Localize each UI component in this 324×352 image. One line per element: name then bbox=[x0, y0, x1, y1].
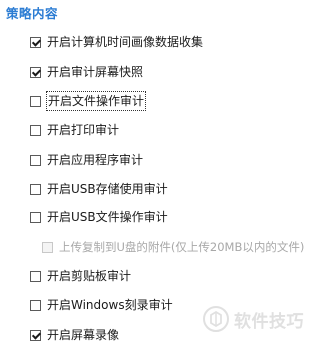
option-time-profile-collection[interactable]: 开启计算机时间画像数据收集 bbox=[30, 33, 203, 51]
option-file-operation-audit[interactable]: 开启文件操作审计 bbox=[30, 91, 147, 111]
watermark-logo-icon bbox=[203, 306, 229, 332]
option-screen-snapshot-audit[interactable]: 开启审计屏幕快照 bbox=[30, 63, 143, 81]
option-usb-file-operation-audit[interactable]: 开启USB文件操作审计 bbox=[30, 208, 168, 226]
section-title: 策略内容 bbox=[6, 6, 59, 21]
watermark-text: 软件技巧 bbox=[234, 311, 304, 332]
option-label: 开启Windows刻录审计 bbox=[47, 298, 173, 312]
checkbox[interactable] bbox=[30, 95, 41, 107]
option-label: 开启屏幕录像 bbox=[47, 328, 120, 342]
option-usb-storage-audit[interactable]: 开启USB存储使用审计 bbox=[30, 180, 168, 198]
option-label: 开启应用程序审计 bbox=[47, 153, 144, 167]
checkbox[interactable] bbox=[30, 66, 41, 78]
option-clipboard-audit[interactable]: 开启剪贴板审计 bbox=[30, 267, 131, 285]
watermark: 软件技巧 bbox=[203, 306, 304, 332]
option-label: 开启计算机时间画像数据收集 bbox=[47, 35, 204, 49]
option-label: 上传复制到U盘的附件(仅上传20MB以内的文件) bbox=[59, 240, 305, 254]
checkbox[interactable] bbox=[30, 124, 41, 136]
checkbox[interactable] bbox=[30, 299, 41, 311]
checkbox[interactable] bbox=[30, 211, 41, 223]
checkbox[interactable] bbox=[30, 270, 41, 282]
option-upload-usb-attachments: 上传复制到U盘的附件(仅上传20MB以内的文件) bbox=[42, 238, 304, 256]
checkbox[interactable] bbox=[30, 154, 41, 166]
option-label: 开启文件操作审计 bbox=[45, 91, 147, 111]
option-label: 开启剪贴板审计 bbox=[47, 269, 132, 283]
option-label: 开启审计屏幕快照 bbox=[47, 65, 144, 79]
option-application-audit[interactable]: 开启应用程序审计 bbox=[30, 151, 143, 169]
checkbox[interactable] bbox=[30, 36, 41, 48]
checkbox[interactable] bbox=[30, 183, 41, 195]
checkbox[interactable] bbox=[30, 329, 41, 341]
option-windows-burn-audit[interactable]: 开启Windows刻录审计 bbox=[30, 296, 173, 314]
checkbox bbox=[42, 241, 53, 253]
option-screen-recording[interactable]: 开启屏幕录像 bbox=[30, 326, 119, 344]
option-label: 开启打印审计 bbox=[47, 123, 120, 137]
option-label: 开启USB文件操作审计 bbox=[47, 210, 168, 224]
option-print-audit[interactable]: 开启打印审计 bbox=[30, 121, 119, 139]
option-label: 开启USB存储使用审计 bbox=[47, 182, 168, 196]
